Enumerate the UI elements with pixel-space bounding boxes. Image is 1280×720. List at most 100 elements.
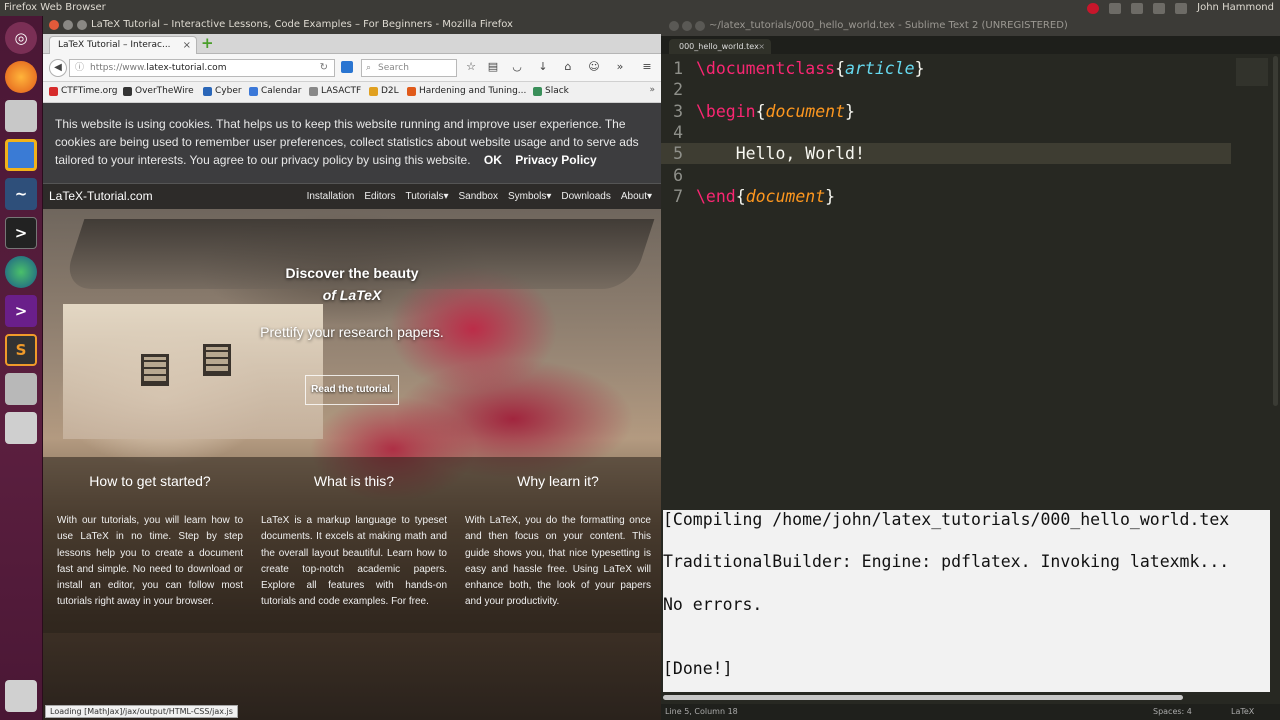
- navigation-toolbar: ◀ ⓘ https://www.latex-tutorial.com ↻ ⌕ S…: [43, 54, 661, 82]
- trash-icon[interactable]: [5, 680, 37, 712]
- tab-latex-tutorial[interactable]: LaTeX Tutorial – Interac... ×: [49, 36, 197, 54]
- close-window-icon[interactable]: [49, 20, 59, 30]
- sublime-text-icon[interactable]: S: [5, 334, 37, 366]
- pocket-save-icon[interactable]: ◡: [510, 60, 524, 73]
- hero-window-decoration: [203, 344, 231, 376]
- editor-tab[interactable]: 000_hello_world.tex ×: [669, 39, 771, 54]
- nav-installation[interactable]: Installation: [307, 184, 355, 209]
- bookmark-item[interactable]: Calendar: [249, 86, 301, 96]
- nav-downloads[interactable]: Downloads: [561, 184, 610, 209]
- dash-icon[interactable]: ◎: [5, 22, 37, 54]
- sublime-window-title: ~/latex_tutorials/000_hello_world.tex - …: [709, 20, 1068, 31]
- feature-text: With LaTeX, you do the formatting once a…: [465, 515, 651, 608]
- active-app-name: Firefox Web Browser: [4, 2, 106, 13]
- removable-drive-icon[interactable]: [5, 412, 37, 444]
- output-scrollbar[interactable]: [663, 695, 1183, 700]
- nav-symbols[interactable]: Symbols▾: [508, 184, 551, 209]
- syntax-setting[interactable]: LaTeX: [1231, 704, 1254, 720]
- home-icon[interactable]: ⌂: [561, 60, 575, 73]
- search-bar[interactable]: ⌕ Search: [361, 59, 457, 77]
- nav-editors[interactable]: Editors: [364, 184, 395, 209]
- nav-about[interactable]: About▾: [621, 184, 652, 209]
- downloads-icon[interactable]: ↓: [536, 60, 550, 73]
- sound-icon[interactable]: [1153, 2, 1166, 14]
- tab-close-icon[interactable]: ×: [183, 37, 191, 54]
- bookmark-item[interactable]: Slack: [533, 86, 569, 96]
- system-monitor-icon[interactable]: ~: [5, 178, 37, 210]
- url-prefix: https://www.: [90, 63, 147, 73]
- nav-tutorials[interactable]: Tutorials▾: [406, 184, 449, 209]
- terminal-icon[interactable]: >: [5, 217, 37, 249]
- editor-tab-close-icon[interactable]: ×: [758, 39, 765, 54]
- maximize-window-icon[interactable]: [77, 20, 87, 30]
- tab-title: LaTeX Tutorial – Interac...: [58, 40, 171, 50]
- privacy-policy-link[interactable]: Privacy Policy: [515, 153, 596, 167]
- bookmark-item[interactable]: OverTheWire: [123, 86, 194, 96]
- office-icon[interactable]: [5, 139, 37, 171]
- read-tutorial-button[interactable]: Read the tutorial.: [305, 375, 399, 405]
- keyboard-icon[interactable]: [1109, 2, 1122, 14]
- site-info-icon[interactable]: ⓘ: [75, 60, 84, 76]
- feature-text: With our tutorials, you will learn how t…: [57, 515, 243, 608]
- bookmark-favicon-icon: [407, 86, 416, 96]
- code-editor[interactable]: 1 \documentclass{article} 2 3 \begin{docum…: [661, 54, 1280, 504]
- user-name[interactable]: John Hammond: [1197, 0, 1274, 16]
- url-bar[interactable]: ⓘ https://www.latex-tutorial.com ↻: [69, 59, 335, 77]
- bookmark-item[interactable]: CTFTime.org: [49, 86, 117, 96]
- firefox-window: LaTeX Tutorial – Interactive Lessons, Co…: [43, 16, 661, 720]
- feature-title: What is this?: [313, 473, 395, 489]
- bookmark-item[interactable]: LASACTF: [309, 86, 361, 96]
- minimap[interactable]: [1236, 58, 1268, 86]
- build-output-line: [Done!]: [663, 659, 733, 678]
- hero-image: Discover the beauty of LaTeX Prettify yo…: [43, 209, 661, 720]
- firefox-titlebar: LaTeX Tutorial – Interactive Lessons, Co…: [43, 16, 661, 34]
- network-icon[interactable]: [1131, 2, 1144, 14]
- feature-column: Why learn it? With LaTeX, you do the for…: [465, 457, 651, 611]
- hamburger-menu-icon[interactable]: ≡: [640, 60, 654, 73]
- hero-window-decoration: [141, 354, 169, 386]
- chat-icon[interactable]: ☺: [587, 60, 601, 73]
- power-indicator-icon[interactable]: [1087, 2, 1100, 14]
- code-line: 7 \end{document}: [673, 187, 836, 206]
- top-panel: Firefox Web Browser John Hammond: [0, 0, 1280, 16]
- firefox-icon[interactable]: [5, 61, 37, 93]
- bookmark-favicon-icon: [309, 86, 318, 96]
- reload-icon[interactable]: ↻: [320, 60, 328, 76]
- bookmark-item[interactable]: Hardening and Tuning...: [407, 86, 526, 96]
- back-button[interactable]: ◀: [49, 59, 67, 77]
- pocket-icon[interactable]: [341, 61, 353, 73]
- new-tab-button[interactable]: +: [201, 35, 214, 52]
- overflow-icon[interactable]: »: [613, 60, 627, 73]
- build-output-line: [Compiling /home/john/latex_tutorials/00…: [663, 510, 1230, 529]
- sublime-titlebar: ~/latex_tutorials/000_hello_world.tex - …: [661, 16, 1280, 36]
- indentation-setting[interactable]: Spaces: 4: [1153, 704, 1192, 720]
- drive-icon[interactable]: [5, 373, 37, 405]
- user-icon[interactable]: [1175, 2, 1188, 14]
- hero-heading-line1: Discover the beauty: [285, 265, 419, 281]
- build-output-panel: [Compiling /home/john/latex_tutorials/00…: [663, 510, 1270, 692]
- bookmark-star-icon[interactable]: ☆: [464, 60, 478, 73]
- files-icon[interactable]: [5, 100, 37, 132]
- cookie-ok-button[interactable]: OK: [484, 153, 502, 167]
- minimize-window-icon[interactable]: [63, 20, 73, 30]
- bookmark-favicon-icon: [249, 86, 258, 96]
- maximize-window-icon[interactable]: [695, 21, 705, 31]
- bookmark-favicon-icon: [203, 86, 212, 96]
- build-output-line: TraditionalBuilder: Engine: pdflatex. In…: [663, 552, 1230, 571]
- feature-column: How to get started? With our tutorials, …: [57, 457, 243, 611]
- editor-scrollbar[interactable]: [1273, 56, 1278, 406]
- nav-sandbox[interactable]: Sandbox: [459, 184, 498, 209]
- site-logo[interactable]: LaTeX-Tutorial.com: [49, 184, 153, 209]
- terminal-alt-icon[interactable]: >: [5, 295, 37, 327]
- bookmark-item[interactable]: D2L: [369, 86, 399, 96]
- bookmark-item[interactable]: Cyber: [203, 86, 242, 96]
- browser-icon[interactable]: [5, 256, 37, 288]
- feature-column: What is this? LaTeX is a markup language…: [261, 457, 447, 611]
- bookmark-favicon-icon: [369, 86, 378, 96]
- search-icon: ⌕: [366, 63, 372, 73]
- minimize-window-icon[interactable]: [682, 21, 692, 31]
- bookmarks-overflow-icon[interactable]: »: [649, 85, 655, 95]
- reading-list-icon[interactable]: ▤: [486, 60, 500, 73]
- bookmark-favicon-icon: [49, 86, 58, 96]
- close-window-icon[interactable]: [669, 21, 679, 31]
